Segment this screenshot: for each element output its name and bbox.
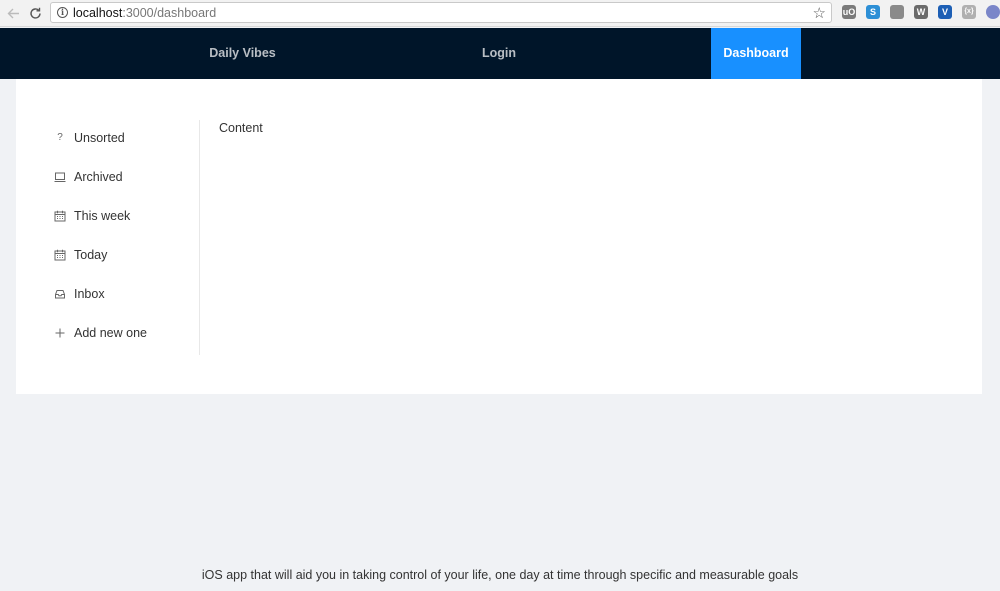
skype-icon[interactable]: S xyxy=(866,5,880,19)
vue-icon[interactable]: V xyxy=(938,5,952,19)
laptop-icon xyxy=(54,171,66,183)
json-icon[interactable]: {x} xyxy=(962,5,976,19)
nav-login[interactable]: Login xyxy=(465,28,533,79)
sidebar-item-this-week[interactable]: This week xyxy=(16,198,199,237)
profile-icon[interactable] xyxy=(986,5,1000,19)
sidebar-item-add-new[interactable]: Add new one xyxy=(16,315,199,354)
url-path: :3000/dashboard xyxy=(122,6,217,20)
address-bar[interactable]: i localhost:3000/dashboard ☆ xyxy=(50,2,832,23)
footer-text: iOS app that will aid you in taking cont… xyxy=(201,568,799,582)
shoe-icon[interactable] xyxy=(890,5,904,19)
plus-icon xyxy=(54,327,66,339)
dashboard-card: ? Unsorted Archived This week Today Inbo… xyxy=(16,79,982,394)
reload-icon[interactable] xyxy=(26,4,44,22)
url-host: localhost xyxy=(73,6,123,20)
sidebar-item-label: Add new one xyxy=(74,326,147,340)
calendar-icon xyxy=(54,249,66,261)
info-icon[interactable]: i xyxy=(57,7,68,18)
wappalyzer-icon[interactable]: W xyxy=(914,5,928,19)
browser-toolbar: i localhost:3000/dashboard ☆ uO S W V {x} xyxy=(0,0,1000,27)
inbox-icon xyxy=(54,288,66,300)
bookmark-star-icon[interactable]: ☆ xyxy=(813,4,826,22)
content-area: Content xyxy=(219,121,263,135)
ublock-icon[interactable]: uO xyxy=(842,5,856,19)
brand-link[interactable]: Daily Vibes xyxy=(195,28,290,79)
sidebar-item-unsorted[interactable]: ? Unsorted xyxy=(16,120,199,159)
nav-dashboard[interactable]: Dashboard xyxy=(711,28,801,79)
url-text: localhost:3000/dashboard xyxy=(73,6,216,20)
sidebar-item-inbox[interactable]: Inbox xyxy=(16,276,199,315)
sidebar-item-archived[interactable]: Archived xyxy=(16,159,199,198)
sidebar-item-label: Today xyxy=(74,248,108,262)
sidebar-menu: ? Unsorted Archived This week Today Inbo… xyxy=(16,120,200,355)
sidebar-item-label: Archived xyxy=(74,170,123,184)
calendar-icon xyxy=(54,210,66,222)
sidebar-item-label: This week xyxy=(74,209,131,223)
sidebar-item-label: Inbox xyxy=(74,287,105,301)
sidebar-item-label: Unsorted xyxy=(74,131,125,145)
top-navigation: Daily Vibes Login Dashboard xyxy=(0,28,1000,79)
sidebar-item-today[interactable]: Today xyxy=(16,237,199,276)
question-icon: ? xyxy=(57,132,63,143)
back-arrow-icon[interactable] xyxy=(4,4,22,22)
